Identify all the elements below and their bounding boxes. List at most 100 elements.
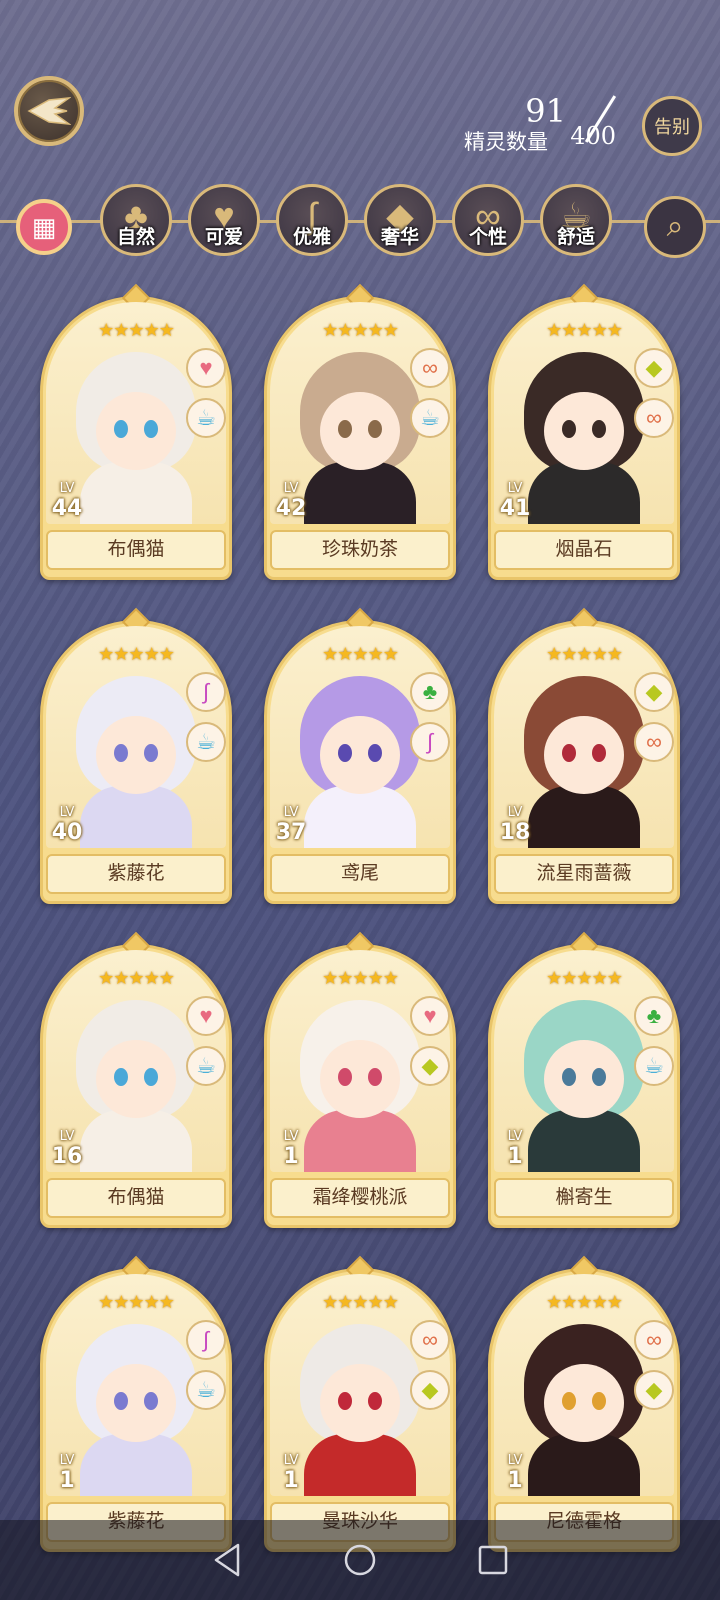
level-badge: LV 16 bbox=[46, 1130, 88, 1176]
character-eye bbox=[592, 420, 606, 438]
spirit-card[interactable]: ★★★★★ ∞ ☕ LV 42 珍珠奶茶 bbox=[264, 283, 456, 580]
character-eye bbox=[368, 744, 382, 762]
character-face bbox=[320, 392, 400, 470]
glasses-icon: ∞ bbox=[634, 1320, 674, 1360]
teacup-icon: ☕ bbox=[410, 398, 450, 438]
character-eye bbox=[114, 744, 128, 762]
level-label: LV bbox=[283, 805, 299, 820]
farewell-button[interactable]: 告别 bbox=[642, 96, 702, 156]
level-label: LV bbox=[59, 1453, 75, 1468]
level-value: 1 bbox=[507, 1144, 523, 1169]
teacup-icon: ☕ bbox=[186, 1046, 226, 1086]
spirit-card[interactable]: ★★★★★ ♣ ∫ LV 37 鸢尾 bbox=[264, 607, 456, 904]
level-value: 16 bbox=[51, 1144, 83, 1169]
level-badge: LV 1 bbox=[270, 1454, 312, 1500]
swan-icon: ∫ bbox=[186, 1320, 226, 1360]
swan-icon: ∫ bbox=[186, 672, 226, 712]
star-rating: ★★★★★ bbox=[98, 968, 175, 988]
character-eye bbox=[114, 1392, 128, 1410]
circle-home-icon bbox=[344, 1544, 376, 1576]
spirit-name: 鸢尾 bbox=[270, 854, 450, 894]
level-badge: LV 40 bbox=[46, 806, 88, 852]
gift-icon: ▦ bbox=[31, 211, 57, 242]
filter-swan[interactable]: ∫ 优雅 bbox=[276, 184, 348, 256]
character-face bbox=[96, 716, 176, 794]
gift-button[interactable]: ▦ bbox=[16, 199, 72, 255]
character-outfit bbox=[304, 1110, 416, 1172]
filter-glasses[interactable]: ∞ 个性 bbox=[452, 184, 524, 256]
character-eye bbox=[144, 1392, 158, 1410]
spirit-card[interactable]: ★★★★★ ♥ ◆ LV 1 霜绛樱桃派 bbox=[264, 931, 456, 1228]
spirit-card[interactable]: ★★★★★ ◆ ∞ LV 41 烟晶石 bbox=[488, 283, 680, 580]
nav-recents-button[interactable] bbox=[473, 1540, 513, 1580]
spirit-card[interactable]: ★★★★★ ∞ ◆ LV 1 尼德霍格 bbox=[488, 1255, 680, 1552]
spirit-card[interactable]: ★★★★★ ∫ ☕ LV 40 紫藤花 bbox=[40, 607, 232, 904]
character-outfit bbox=[528, 786, 640, 848]
heart-icon: ♥ bbox=[410, 996, 450, 1036]
character-eye bbox=[368, 1068, 382, 1086]
glasses-icon: ∞ bbox=[410, 348, 450, 388]
glasses-icon: ∞ bbox=[634, 722, 674, 762]
character-eye bbox=[592, 1392, 606, 1410]
character-outfit bbox=[304, 786, 416, 848]
character-face bbox=[96, 392, 176, 470]
filter-clover[interactable]: ♣ 自然 bbox=[100, 184, 172, 256]
glasses-icon: ∞ bbox=[410, 1320, 450, 1360]
filter-heart[interactable]: ♥ 可爱 bbox=[188, 184, 260, 256]
nav-home-button[interactable] bbox=[340, 1540, 380, 1580]
filter-label: 奢华 bbox=[380, 227, 419, 248]
spirit-card[interactable]: ★★★★★ ∫ ☕ LV 1 紫藤花 bbox=[40, 1255, 232, 1552]
level-value: 18 bbox=[499, 820, 531, 845]
level-value: 1 bbox=[283, 1468, 299, 1493]
character-eye bbox=[114, 1068, 128, 1086]
level-badge: LV 1 bbox=[270, 1130, 312, 1176]
character-outfit bbox=[80, 1434, 192, 1496]
heart-icon: ♥ bbox=[186, 996, 226, 1036]
level-label: LV bbox=[507, 481, 523, 496]
star-rating: ★★★★★ bbox=[98, 1292, 175, 1312]
spirit-card[interactable]: ★★★★★ ♥ ☕ LV 44 布偶猫 bbox=[40, 283, 232, 580]
wing-back-icon bbox=[27, 97, 71, 125]
character-eye bbox=[368, 420, 382, 438]
level-badge: LV 1 bbox=[46, 1454, 88, 1500]
teacup-icon: ☕ bbox=[186, 722, 226, 762]
level-badge: LV 42 bbox=[270, 482, 312, 528]
diamond-icon: ◆ bbox=[410, 1046, 450, 1086]
character-face bbox=[544, 1364, 624, 1442]
character-eye bbox=[562, 420, 576, 438]
spirit-count-current: 91 bbox=[525, 92, 566, 130]
level-badge: LV 1 bbox=[494, 1130, 536, 1176]
level-badge: LV 37 bbox=[270, 806, 312, 852]
system-nav-bar bbox=[0, 1520, 720, 1600]
character-face bbox=[544, 1040, 624, 1118]
spirit-name: 槲寄生 bbox=[494, 1178, 674, 1218]
character-eye bbox=[562, 744, 576, 762]
level-badge: LV 18 bbox=[494, 806, 536, 852]
spirit-card[interactable]: ★★★★★ ◆ ∞ LV 18 流星雨蔷薇 bbox=[488, 607, 680, 904]
level-label: LV bbox=[507, 1129, 523, 1144]
character-face bbox=[544, 716, 624, 794]
spirit-card[interactable]: ★★★★★ ♣ ☕ LV 1 槲寄生 bbox=[488, 931, 680, 1228]
back-button[interactable] bbox=[14, 76, 84, 146]
nav-back-button[interactable] bbox=[207, 1540, 247, 1580]
filter-diamond[interactable]: ◆ 奢华 bbox=[364, 184, 436, 256]
filter-teacup[interactable]: ☕ 舒适 bbox=[540, 184, 612, 256]
level-label: LV bbox=[59, 805, 75, 820]
filter-bar: ▦ ♣ 自然 ♥ 可爱 ∫ 优雅 ◆ 奢华 ∞ 个性 ☕ 舒适 ⌕ bbox=[0, 182, 720, 268]
spirit-card[interactable]: ★★★★★ ♥ ☕ LV 16 布偶猫 bbox=[40, 931, 232, 1228]
spirit-name: 布偶猫 bbox=[46, 1178, 226, 1218]
character-face bbox=[320, 1364, 400, 1442]
character-outfit bbox=[528, 1434, 640, 1496]
spirit-count: 91 精灵数量 400 bbox=[446, 92, 617, 162]
character-outfit bbox=[80, 1110, 192, 1172]
search-button[interactable]: ⌕ bbox=[644, 196, 706, 258]
level-value: 1 bbox=[283, 1144, 299, 1169]
spirit-count-label: 精灵数量 bbox=[464, 131, 548, 154]
character-eye bbox=[562, 1392, 576, 1410]
level-value: 37 bbox=[275, 820, 307, 845]
diamond-icon: ◆ bbox=[634, 672, 674, 712]
spirit-card[interactable]: ★★★★★ ∞ ◆ LV 1 曼珠沙华 bbox=[264, 1255, 456, 1552]
spirit-count-max: 400 bbox=[570, 122, 616, 150]
character-eye bbox=[562, 1068, 576, 1086]
star-rating: ★★★★★ bbox=[322, 644, 399, 664]
